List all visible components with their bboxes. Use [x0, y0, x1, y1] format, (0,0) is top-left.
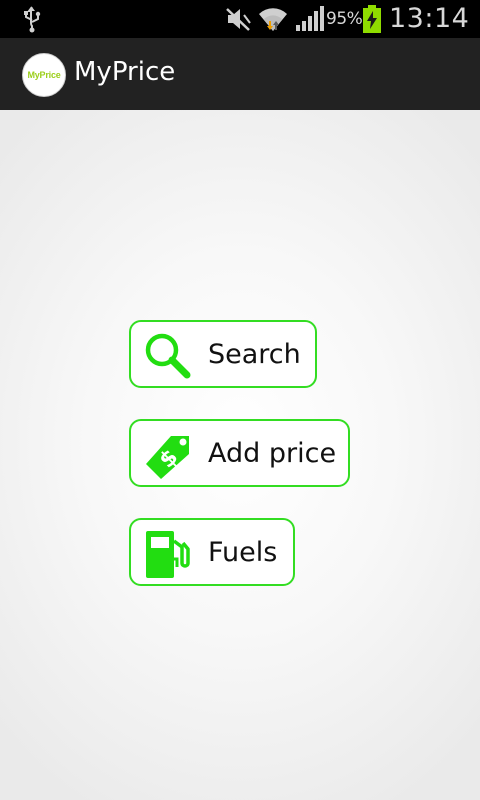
- action-bar: MyPrice MyPrice: [0, 38, 480, 110]
- wifi-icon: [259, 8, 287, 31]
- fuels-button-label: Fuels: [208, 537, 278, 568]
- add-price-button[interactable]: $ Add price: [129, 419, 350, 487]
- status-bar: 95% 13:14: [0, 0, 480, 38]
- app-logo[interactable]: MyPrice: [22, 53, 66, 97]
- price-tag-icon: $: [146, 436, 189, 479]
- battery-charging-icon: [363, 5, 381, 33]
- signal-icon: [296, 6, 324, 31]
- status-clock: 13:14: [389, 3, 470, 34]
- fuel-pump-icon: [146, 531, 190, 578]
- usb-icon: [24, 6, 41, 33]
- fuels-button[interactable]: Fuels: [129, 518, 295, 586]
- battery-percent: 95%: [326, 9, 363, 29]
- search-button-label: Search: [208, 339, 301, 370]
- app-logo-text: MyPrice: [27, 70, 61, 80]
- mute-icon: [226, 8, 251, 31]
- search-button[interactable]: Search: [129, 320, 317, 388]
- app-title: MyPrice: [74, 57, 176, 87]
- add-price-button-label: Add price: [208, 438, 337, 469]
- magnifier-icon: [145, 333, 191, 379]
